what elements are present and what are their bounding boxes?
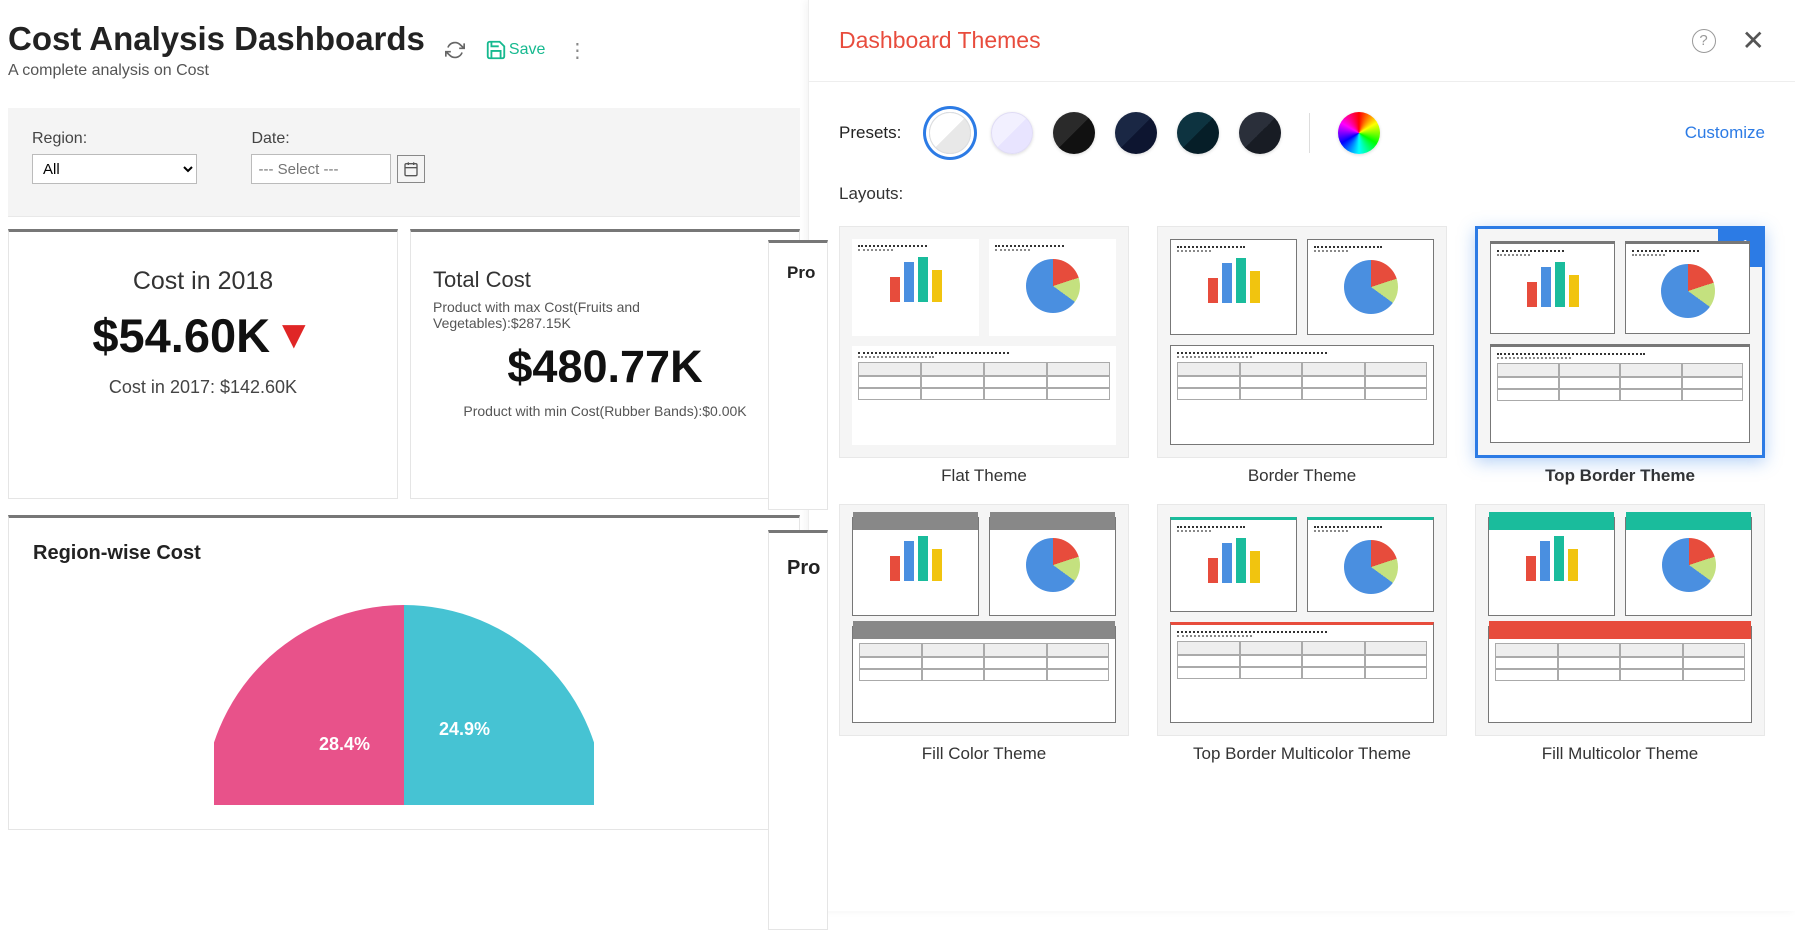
date-input[interactable] [251,154,391,184]
preset-swatch-light[interactable] [929,112,971,154]
layout-name-top-border-multi: Top Border Multicolor Theme [1157,744,1447,764]
preset-swatch-teal[interactable] [1177,112,1219,154]
layout-card-top-border[interactable]: ✓ [1475,226,1765,458]
layout-name-border: Border Theme [1157,466,1447,486]
presets-label: Presets: [839,123,901,143]
layout-name-fill-color: Fill Color Theme [839,744,1129,764]
filter-bar: Region: All Date: [8,108,800,217]
close-icon[interactable]: ✕ [1742,24,1765,57]
partial-widget-2: Pro [768,530,828,930]
page-subtitle: A complete analysis on Cost [8,62,425,80]
layout-card-top-border-multi[interactable] [1157,504,1447,736]
cost-2017-value: Cost in 2017: $142.60K [31,377,375,398]
layouts-label: Layouts: [809,170,1795,204]
region-filter-label: Region: [32,130,197,148]
total-cost-min: Product with min Cost(Rubber Bands):$0.0… [433,403,777,419]
preset-swatch-custom-color[interactable] [1338,112,1380,154]
layout-name-flat: Flat Theme [839,466,1129,486]
preset-swatch-navy[interactable] [1115,112,1157,154]
help-icon[interactable]: ? [1692,29,1716,53]
layout-card-fill-multi[interactable] [1475,504,1765,736]
total-cost-max: Product with max Cost(Fruits and Vegetab… [433,299,777,331]
total-cost-title: Total Cost [433,267,777,293]
more-menu-icon[interactable]: ⋮ [563,38,591,63]
trend-down-icon: ▼ [274,313,314,358]
region-cost-title: Region-wise Cost [33,542,775,565]
pie-label-right: 24.9% [439,719,490,739]
layout-card-border[interactable] [1157,226,1447,458]
save-label: Save [509,41,545,59]
refresh-icon[interactable] [443,38,467,62]
themes-title: Dashboard Themes [839,27,1041,54]
presets-divider [1309,113,1310,153]
calendar-icon[interactable] [397,155,425,183]
themes-panel: Dashboard Themes ? ✕ Presets: Customize … [808,0,1795,911]
cost-2018-widget: Cost in 2018 $54.60K ▼ Cost in 2017: $14… [8,229,398,499]
date-filter-label: Date: [251,130,425,148]
save-button[interactable]: Save [485,39,545,61]
partial-widget-1: Pro [768,240,828,510]
region-pie-chart: 28.4% 24.9% [214,595,594,805]
layout-name-top-border: Top Border Theme [1475,466,1765,486]
layout-name-fill-multi: Fill Multicolor Theme [1475,744,1765,764]
total-cost-widget: Total Cost Product with max Cost(Fruits … [410,229,800,499]
total-cost-value: $480.77K [433,341,777,393]
preset-swatch-black[interactable] [1053,112,1095,154]
preset-swatch-pale[interactable] [991,112,1033,154]
region-select[interactable]: All [32,154,197,184]
pie-label-left: 28.4% [319,734,370,754]
preset-swatch-slate[interactable] [1239,112,1281,154]
page-title: Cost Analysis Dashboards [8,20,425,58]
customize-link[interactable]: Customize [1685,123,1765,143]
layout-card-flat[interactable] [839,226,1129,458]
layout-card-fill-color[interactable] [839,504,1129,736]
cost-2018-value: $54.60K [92,308,270,363]
cost-2018-title: Cost in 2018 [31,267,375,296]
region-cost-widget: Region-wise Cost 28.4% 24.9% [8,515,800,830]
